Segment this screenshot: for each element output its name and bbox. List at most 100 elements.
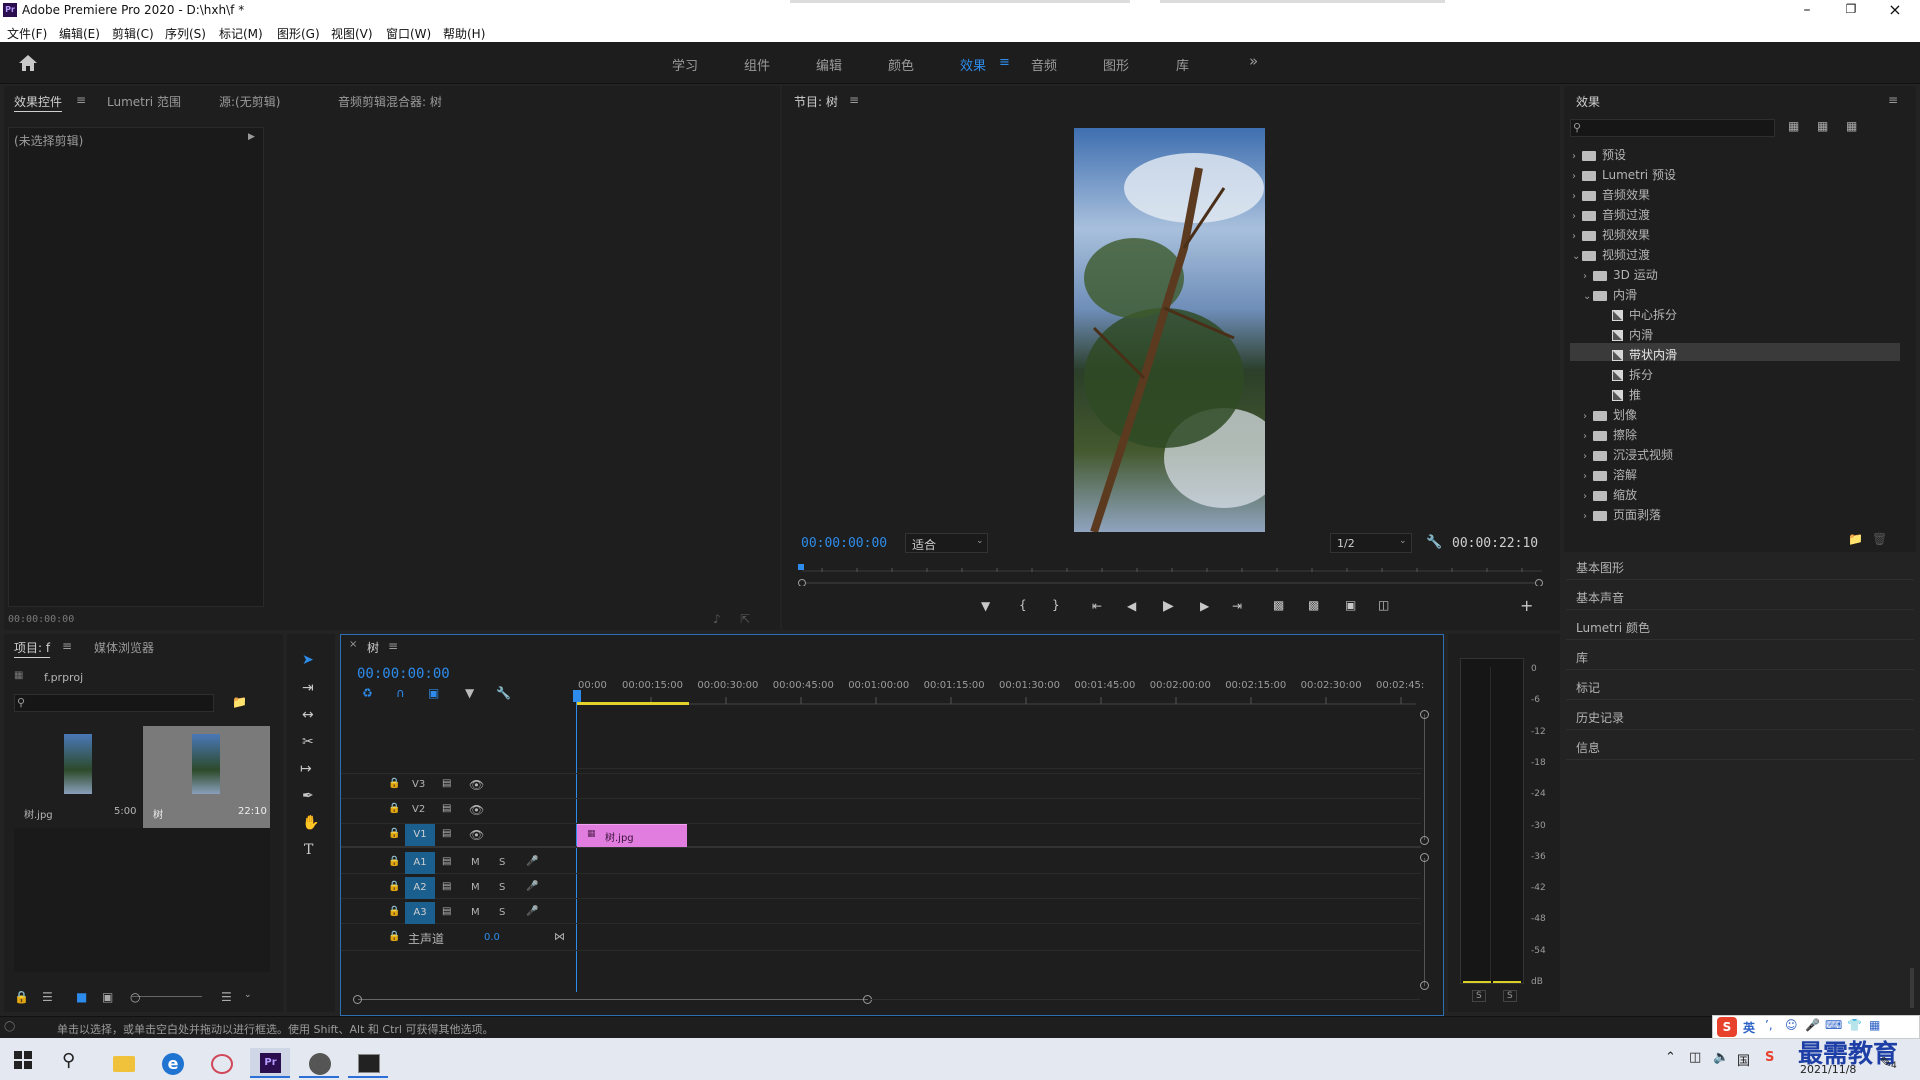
effect-item[interactable]: 内滑 bbox=[1612, 326, 1653, 343]
timeline-vertical-scrollbar-2[interactable] bbox=[1424, 858, 1425, 986]
microphone-icon[interactable]: 🎤 bbox=[526, 881, 538, 892]
close-button[interactable]: × bbox=[1883, 0, 1907, 19]
workspace-assembly[interactable]: 组件 bbox=[744, 55, 770, 74]
master-expand-icon[interactable]: ⋈ bbox=[554, 930, 565, 943]
scroll-handle-icon[interactable] bbox=[1420, 981, 1429, 990]
eye-icon[interactable]: 👁 bbox=[469, 803, 484, 817]
scroll-handle-icon[interactable] bbox=[1420, 710, 1429, 719]
sort-icon[interactable]: ☰ bbox=[221, 990, 232, 1004]
effects-folder[interactable]: › 页面剥落 bbox=[1583, 506, 1661, 523]
menu-help[interactable]: 帮助(H) bbox=[443, 25, 485, 42]
add-marker-icon[interactable]: ▼ bbox=[465, 686, 474, 700]
sogou-tray-icon[interactable]: S bbox=[1765, 1050, 1774, 1065]
edge-icon[interactable]: e bbox=[152, 1048, 192, 1078]
fit-dropdown[interactable]: 适合 ⌄ bbox=[905, 533, 988, 553]
camera-icon[interactable]: ▣ bbox=[1345, 598, 1356, 612]
extract-icon[interactable]: ▩ bbox=[1308, 598, 1319, 612]
ime-emoji-icon[interactable]: ☺ bbox=[1785, 1018, 1798, 1032]
pen-tool-icon[interactable]: ✒ bbox=[302, 788, 314, 804]
side-panel-link[interactable]: 信息 bbox=[1576, 739, 1600, 756]
lock-icon[interactable]: 🔒 bbox=[388, 906, 400, 917]
effects-folder[interactable]: › 溶解 bbox=[1583, 466, 1637, 483]
track-v1-label[interactable]: V1 bbox=[405, 824, 435, 846]
step-back-icon[interactable]: ◀ bbox=[1127, 599, 1136, 613]
chevron-right-icon[interactable]: › bbox=[1572, 151, 1582, 162]
chevron-right-icon[interactable]: › bbox=[1572, 171, 1582, 182]
sync-lock-icon[interactable]: ▤ bbox=[442, 906, 451, 917]
32bit-effects-icon[interactable]: ▦ bbox=[1817, 119, 1828, 133]
home-icon[interactable] bbox=[18, 54, 38, 72]
menu-window[interactable]: 窗口(W) bbox=[386, 25, 431, 42]
expand-arrow-icon[interactable]: ▶ bbox=[248, 132, 255, 142]
tab-effect-controls[interactable]: 效果控件 bbox=[14, 93, 62, 110]
delete-icon[interactable]: 🗑 bbox=[1872, 532, 1887, 546]
tab-lumetri-scopes[interactable]: Lumetri 范围 bbox=[107, 93, 181, 110]
lock-icon[interactable]: 🔒 bbox=[14, 990, 29, 1004]
mark-in-icon[interactable]: { bbox=[1019, 598, 1027, 612]
track-a3-label[interactable]: A3 bbox=[405, 902, 435, 924]
sync-lock-icon[interactable]: ▤ bbox=[442, 828, 451, 839]
more-workspaces-icon[interactable]: » bbox=[1249, 52, 1258, 70]
snipping-tool-icon[interactable] bbox=[201, 1048, 241, 1078]
selection-tool-icon[interactable]: ➤ bbox=[302, 652, 314, 668]
ime-tools-icon[interactable]: ▦ bbox=[1869, 1018, 1880, 1032]
step-forward-icon[interactable]: ▶ bbox=[1200, 599, 1209, 613]
chevron-right-icon[interactable]: › bbox=[1583, 271, 1593, 282]
timeline-clip[interactable]: ▦ 树.jpg bbox=[577, 824, 687, 847]
chevron-down-icon[interactable]: ⌄ bbox=[244, 990, 252, 1000]
new-search-bin-icon[interactable]: 📁 bbox=[232, 695, 247, 709]
menu-graphics[interactable]: 图形(G) bbox=[277, 25, 320, 42]
compare-view-icon[interactable]: ◫ bbox=[1378, 598, 1389, 612]
effects-folder[interactable]: › 沉浸式视频 bbox=[1583, 446, 1673, 463]
notification-icon[interactable]: ✎ 4 bbox=[1880, 1055, 1900, 1075]
type-tool-icon[interactable]: T bbox=[304, 842, 313, 858]
zoom-handle-icon[interactable]: ○ bbox=[130, 990, 140, 1004]
ime-tray-icon[interactable]: 国 bbox=[1737, 1050, 1750, 1069]
lock-icon[interactable]: 🔒 bbox=[388, 881, 400, 892]
program-scrub-bar[interactable] bbox=[797, 562, 1543, 586]
workspace-effects[interactable]: 效果 bbox=[960, 55, 986, 74]
file-explorer-icon[interactable] bbox=[103, 1048, 143, 1078]
panel-menu-icon[interactable]: ≡ bbox=[76, 93, 86, 107]
playhead-handle[interactable] bbox=[573, 690, 581, 702]
lock-icon[interactable]: 🔒 bbox=[388, 778, 400, 789]
chevron-right-icon[interactable]: › bbox=[1572, 191, 1582, 202]
wrench-icon[interactable]: 🔧 bbox=[1426, 535, 1442, 550]
workspace-color[interactable]: 颜色 bbox=[888, 55, 914, 74]
quality-dropdown[interactable]: 1/2 ⌄ bbox=[1330, 533, 1412, 553]
freeform-view-icon[interactable]: ▣ bbox=[102, 990, 113, 1004]
sequence-menu-icon[interactable]: ≡ bbox=[388, 639, 398, 653]
side-panel-link[interactable]: 基本图形 bbox=[1576, 559, 1624, 576]
eye-icon[interactable]: 👁 bbox=[469, 778, 484, 792]
media-app-icon[interactable] bbox=[299, 1048, 339, 1078]
timeline-vertical-scrollbar-1[interactable] bbox=[1424, 714, 1425, 840]
volume-icon[interactable]: 🔈 bbox=[1713, 1050, 1729, 1065]
hand-tool-icon[interactable]: ✋ bbox=[302, 815, 319, 831]
meter-solo-right[interactable]: S bbox=[1503, 990, 1517, 1002]
new-bin-icon[interactable]: 📁 bbox=[1848, 532, 1863, 546]
snap-icon[interactable]: ∩ bbox=[396, 686, 405, 700]
menu-clip[interactable]: 剪辑(C) bbox=[112, 25, 154, 42]
program-menu-icon[interactable]: ≡ bbox=[849, 93, 859, 107]
effects-folder[interactable]: › 预设 bbox=[1572, 146, 1626, 163]
maximize-button[interactable]: ❐ bbox=[1839, 2, 1863, 18]
effect-item[interactable]: 带状内滑 bbox=[1612, 346, 1677, 363]
nest-icon[interactable]: ♻ bbox=[362, 686, 373, 700]
workspace-graphics[interactable]: 图形 bbox=[1103, 55, 1129, 74]
side-panel-link[interactable]: 库 bbox=[1576, 649, 1588, 666]
solo-button[interactable]: S bbox=[499, 857, 505, 868]
yuv-effects-icon[interactable]: ▦ bbox=[1846, 119, 1857, 133]
ime-punct-icon[interactable]: ’, bbox=[1765, 1018, 1773, 1032]
tray-expand-icon[interactable]: ⌃ bbox=[1665, 1050, 1676, 1065]
menu-sequence[interactable]: 序列(S) bbox=[165, 25, 206, 42]
workspace-libraries[interactable]: 库 bbox=[1176, 55, 1189, 74]
lock-icon[interactable]: 🔒 bbox=[388, 803, 400, 814]
linked-selection-icon[interactable]: ▣ bbox=[428, 686, 439, 700]
project-item-sequence[interactable]: 树 22:10 bbox=[143, 726, 270, 828]
track-v2-label[interactable]: V2 bbox=[412, 804, 425, 815]
track-a1-label[interactable]: A1 bbox=[405, 852, 435, 874]
microphone-icon[interactable]: 🎤 bbox=[526, 906, 538, 917]
effects-search-field[interactable]: ⚲ bbox=[1570, 119, 1775, 137]
effects-folder[interactable]: ⌄ 内滑 bbox=[1583, 286, 1637, 303]
effect-item[interactable]: 中心拆分 bbox=[1612, 306, 1677, 323]
